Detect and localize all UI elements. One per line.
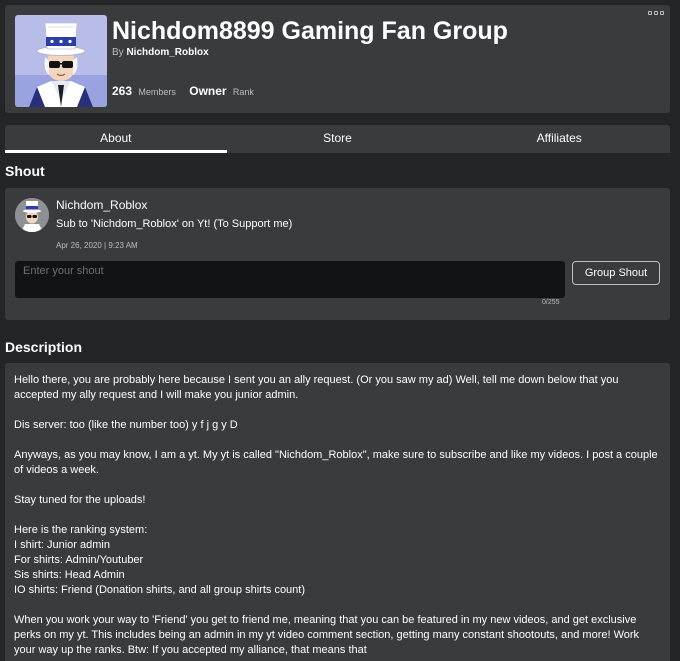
rank-label: Rank <box>232 87 254 97</box>
shout-timestamp: Apr 26, 2020 | 9:23 AM <box>56 241 138 250</box>
shout-char-count: 0/255 <box>542 299 560 306</box>
shout-panel: Nichdom_Roblox Sub to 'Nichdom_Roblox' o… <box>5 188 670 320</box>
by-label: By <box>112 47 124 58</box>
tab-about[interactable]: About <box>5 125 227 153</box>
description-paragraph: When you work your way to 'Friend' you g… <box>14 613 661 658</box>
shout-message: Sub to 'Nichdom_Roblox' on Yt! (To Suppo… <box>56 218 293 230</box>
description-line: I shirt: Junior admin <box>14 539 110 551</box>
description-line: Sis shirts: Head Admin <box>14 569 125 581</box>
description-paragraph: Anyways, as you may know, I am a yt. My … <box>14 448 661 478</box>
group-shout-button[interactable]: Group Shout <box>572 261 660 285</box>
description-line: For shirts: Admin/Youtuber <box>14 554 144 566</box>
description-panel: Hello there, you are probably here becau… <box>5 363 670 661</box>
group-header: Nichdom8899 Gaming Fan Group By Nichdom_… <box>5 5 670 113</box>
shout-author[interactable]: Nichdom_Roblox <box>56 198 147 212</box>
description-line: Stay tuned for the uploads! <box>14 494 146 506</box>
member-count: 263 <box>112 84 133 98</box>
owner-link[interactable]: Nichdom_Roblox <box>126 47 208 58</box>
rank-value: Owner <box>189 84 227 98</box>
description-line: When you work your way to 'Friend' you g… <box>14 614 640 656</box>
description-line: IO shirts: Friend (Donation shirts, and … <box>14 584 306 596</box>
more-options-icon[interactable] <box>648 11 664 15</box>
shout-section-title: Shout <box>5 163 45 179</box>
shout-avatar-image <box>15 198 49 232</box>
group-tabs: About Store Affiliates <box>5 125 670 153</box>
group-emblem <box>15 15 107 107</box>
description-line: Dis server: too (like the number too) y … <box>14 419 238 431</box>
shout-input[interactable] <box>15 261 565 298</box>
description-section-title: Description <box>5 339 83 355</box>
description-line: Anyways, as you may know, I am a yt. My … <box>14 449 658 476</box>
group-owner-byline: By Nichdom_Roblox <box>112 47 209 58</box>
description-line: Hello there, you are probably here becau… <box>14 374 619 401</box>
description-paragraph: Stay tuned for the uploads! <box>14 493 661 508</box>
description-paragraph: Hello there, you are probably here becau… <box>14 373 661 403</box>
group-stats: 263 Members Owner Rank <box>112 84 254 98</box>
description-paragraph: Dis server: too (like the number too) y … <box>14 418 661 433</box>
uncle-sam-avatar-image <box>15 15 107 107</box>
description-line: Here is the ranking system: <box>14 524 148 536</box>
tab-affiliates[interactable]: Affiliates <box>448 125 670 153</box>
members-label: Members <box>138 87 176 97</box>
avatar[interactable] <box>15 198 49 232</box>
description-paragraph: Here is the ranking system: I shirt: Juni… <box>14 523 661 598</box>
tab-store[interactable]: Store <box>227 125 449 153</box>
group-name: Nichdom8899 Gaming Fan Group <box>112 17 508 45</box>
